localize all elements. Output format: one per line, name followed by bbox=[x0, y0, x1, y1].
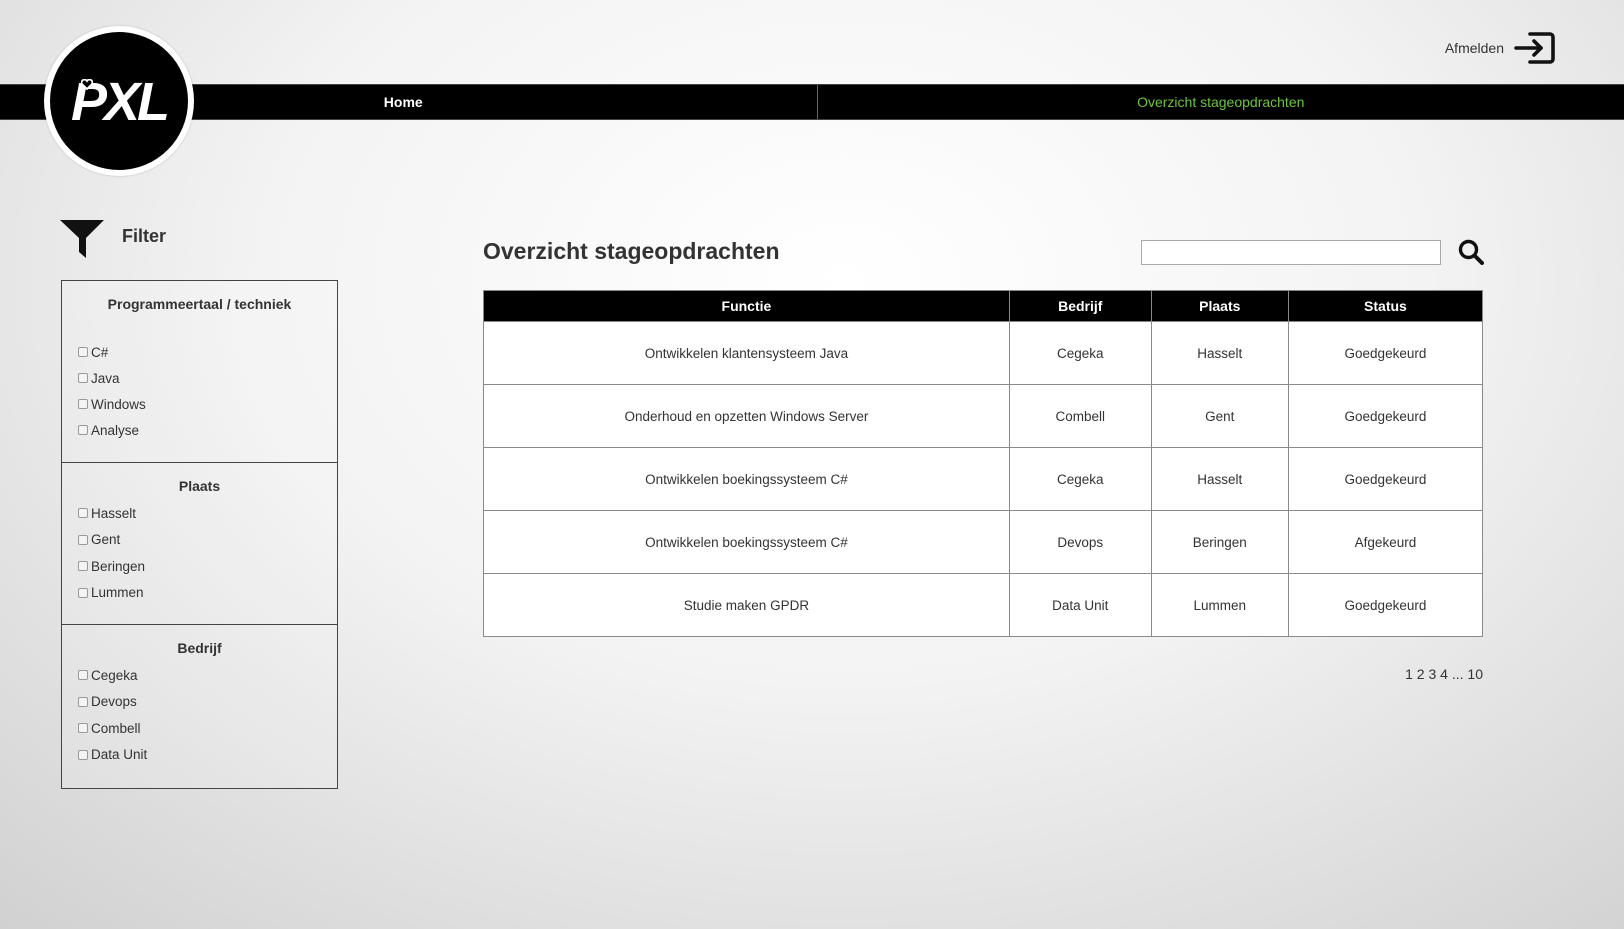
checkbox[interactable] bbox=[78, 425, 88, 435]
table-row[interactable]: Onderhoud en opzetten Windows Server Com… bbox=[483, 384, 1484, 448]
logout-label: Afmelden bbox=[1444, 40, 1504, 56]
option-label: Combell bbox=[91, 720, 141, 736]
table-row[interactable]: Ontwikkelen boekingssysteem C# Devops Be… bbox=[483, 510, 1484, 574]
filter-funnel-icon bbox=[60, 220, 104, 258]
search-input[interactable] bbox=[1141, 240, 1441, 265]
page-link-2[interactable]: 2 bbox=[1417, 666, 1425, 682]
filter-option-cegeka[interactable]: Cegeka bbox=[62, 662, 337, 689]
checkbox[interactable] bbox=[78, 534, 88, 545]
column-header-functie[interactable]: Functie bbox=[483, 290, 1010, 322]
pagination: 1 2 3 4 ... 10 bbox=[1300, 666, 1483, 682]
checkbox[interactable] bbox=[78, 749, 88, 760]
cell-status: Goedgekeurd bbox=[1287, 447, 1484, 511]
nav-overzicht-stageopdrachten[interactable]: Overzicht stageopdrachten bbox=[818, 85, 1624, 119]
filter-option-devops[interactable]: Devops bbox=[62, 689, 337, 716]
table-row[interactable]: Studie maken GPDR Data Unit Lummen Goedg… bbox=[483, 573, 1484, 637]
search-button[interactable] bbox=[1458, 239, 1484, 270]
cell-plaats: Gent bbox=[1150, 384, 1289, 448]
logout-button[interactable]: Afmelden bbox=[1445, 30, 1556, 66]
filter-option-windows[interactable]: Windows bbox=[62, 391, 337, 417]
cell-plaats: Hasselt bbox=[1150, 321, 1289, 385]
option-label: Cegeka bbox=[91, 667, 138, 683]
page-link-4[interactable]: 4 bbox=[1440, 666, 1448, 682]
search-icon bbox=[1458, 239, 1484, 265]
column-header-status[interactable]: Status bbox=[1287, 290, 1484, 322]
cell-functie: Ontwikkelen boekingssysteem C# bbox=[483, 510, 1010, 574]
filter-section-bedrijf: Bedrijf Cegeka Devops Combell Data Unit bbox=[62, 625, 337, 788]
cell-plaats: Lummen bbox=[1150, 573, 1289, 637]
filter-panel: Programmeertaal / techniek C# Java Windo… bbox=[61, 280, 338, 789]
filter-option-hasselt[interactable]: Hasselt bbox=[62, 500, 337, 527]
column-header-plaats[interactable]: Plaats bbox=[1150, 290, 1289, 322]
checkbox[interactable] bbox=[78, 561, 88, 572]
checkbox[interactable] bbox=[78, 373, 88, 383]
option-label: Windows bbox=[91, 396, 146, 412]
filter-option-csharp[interactable]: C# bbox=[62, 339, 337, 365]
cell-functie: Ontwikkelen klantensysteem Java bbox=[483, 321, 1010, 385]
option-label: Java bbox=[91, 370, 120, 386]
filter-option-analyse[interactable]: Analyse bbox=[62, 417, 337, 443]
filter-option-java[interactable]: Java bbox=[62, 365, 337, 391]
filter-option-data-unit[interactable]: Data Unit bbox=[62, 742, 337, 769]
table-header-row: Functie Bedrijf Plaats Status bbox=[483, 290, 1484, 322]
cell-functie: Ontwikkelen boekingssysteem C# bbox=[483, 447, 1010, 511]
checkbox[interactable] bbox=[78, 670, 88, 681]
option-label: Beringen bbox=[91, 558, 146, 574]
page-link-3[interactable]: 3 bbox=[1428, 666, 1436, 682]
filter-header: Filter bbox=[60, 218, 166, 260]
section-title-bedrijf: Bedrijf bbox=[177, 640, 222, 656]
main-navbar: Home Overzicht stageopdrachten bbox=[0, 84, 1624, 120]
table-row[interactable]: Ontwikkelen klantensysteem Java Cegeka H… bbox=[483, 321, 1484, 385]
filter-option-gent[interactable]: Gent bbox=[62, 527, 337, 554]
logout-icon bbox=[1514, 32, 1555, 64]
filter-section-techniek: Programmeertaal / techniek C# Java Windo… bbox=[62, 281, 337, 463]
cell-bedrijf: Data Unit bbox=[1008, 573, 1152, 637]
cell-status: Goedgekeurd bbox=[1287, 573, 1484, 637]
cell-bedrijf: Cegeka bbox=[1008, 321, 1152, 385]
page-link-1[interactable]: 1 bbox=[1405, 666, 1413, 682]
cell-plaats: Beringen bbox=[1150, 510, 1289, 574]
option-label: Data Unit bbox=[91, 747, 148, 763]
filter-section-plaats: Plaats Hasselt Gent Beringen Lummen bbox=[62, 463, 337, 625]
cell-bedrijf: Cegeka bbox=[1008, 447, 1152, 511]
cell-functie: Onderhoud en opzetten Windows Server bbox=[483, 384, 1010, 448]
option-label: Devops bbox=[91, 694, 137, 710]
filter-title: Filter bbox=[122, 225, 167, 246]
option-label: Lummen bbox=[91, 585, 144, 601]
table-row[interactable]: Ontwikkelen boekingssysteem C# Cegeka Ha… bbox=[483, 447, 1484, 511]
cell-bedrijf: Combell bbox=[1008, 384, 1152, 448]
section-title-techniek: Programmeertaal / techniek bbox=[107, 296, 292, 312]
cell-bedrijf: Devops bbox=[1008, 510, 1152, 574]
cell-status: Goedgekeurd bbox=[1287, 321, 1484, 385]
checkbox[interactable] bbox=[78, 587, 88, 598]
logo-heart-icon bbox=[81, 79, 93, 90]
checkbox[interactable] bbox=[78, 347, 88, 357]
option-label: Hasselt bbox=[91, 505, 137, 521]
cell-plaats: Hasselt bbox=[1150, 447, 1289, 511]
cell-status: Afgekeurd bbox=[1287, 510, 1484, 574]
checkbox[interactable] bbox=[78, 723, 88, 734]
checkbox[interactable] bbox=[78, 508, 88, 519]
checkbox[interactable] bbox=[78, 696, 88, 707]
option-label: Analyse bbox=[91, 422, 140, 438]
section-title-plaats: Plaats bbox=[178, 478, 221, 494]
cell-status: Goedgekeurd bbox=[1287, 384, 1484, 448]
filter-option-combell[interactable]: Combell bbox=[62, 715, 337, 742]
column-header-bedrijf[interactable]: Bedrijf bbox=[1008, 290, 1152, 322]
page-link-10[interactable]: 10 bbox=[1467, 666, 1483, 682]
pxl-logo-badge: PXL bbox=[50, 32, 188, 170]
option-label: C# bbox=[91, 344, 109, 360]
internships-table: Functie Bedrijf Plaats Status Ontwikkele… bbox=[483, 290, 1484, 637]
page-title: Overzicht stageopdrachten bbox=[483, 238, 780, 264]
option-label: Gent bbox=[91, 532, 121, 548]
page-ellipsis: ... bbox=[1451, 666, 1464, 682]
filter-option-beringen[interactable]: Beringen bbox=[62, 553, 337, 580]
pxl-logo[interactable]: PXL bbox=[44, 26, 194, 176]
filter-option-lummen[interactable]: Lummen bbox=[62, 580, 337, 607]
checkbox[interactable] bbox=[78, 399, 88, 409]
cell-functie: Studie maken GPDR bbox=[483, 573, 1010, 637]
